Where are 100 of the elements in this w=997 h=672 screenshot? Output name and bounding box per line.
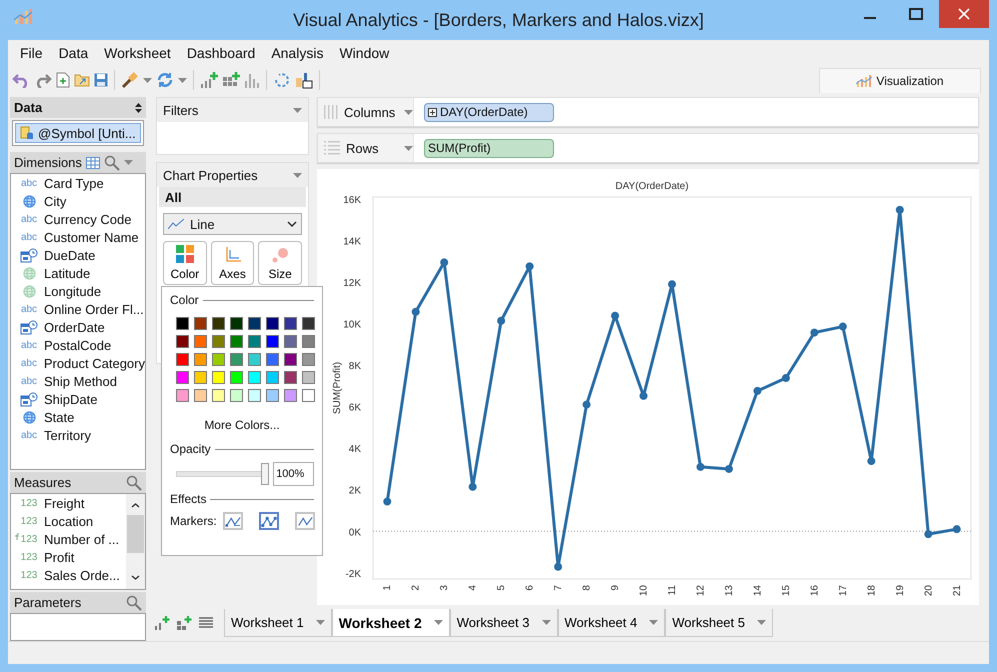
- field-name[interactable]: Product Category: [44, 356, 145, 370]
- data-point[interactable]: [724, 464, 733, 473]
- color-swatch[interactable]: [176, 353, 189, 366]
- save-icon[interactable]: [94, 73, 108, 87]
- color-swatch[interactable]: [266, 335, 279, 348]
- field-name[interactable]: Sales Orde...: [44, 568, 120, 582]
- data-source-item[interactable]: @Symbol [Unti...: [15, 123, 141, 143]
- color-swatch[interactable]: [194, 335, 207, 348]
- add-chart-icon[interactable]: [200, 71, 218, 89]
- sheet-tab[interactable]: Worksheet 1: [224, 609, 332, 637]
- data-point[interactable]: [952, 525, 961, 534]
- color-swatch[interactable]: [212, 353, 225, 366]
- folder-icon[interactable]: [74, 73, 90, 87]
- color-swatch[interactable]: [194, 317, 207, 330]
- data-point[interactable]: [611, 312, 620, 320]
- color-swatch[interactable]: [302, 389, 315, 402]
- color-swatch[interactable]: [230, 389, 243, 402]
- search-icon[interactable]: [126, 594, 142, 610]
- new-file-icon[interactable]: [56, 72, 70, 88]
- field-name[interactable]: Location: [44, 514, 94, 528]
- data-point[interactable]: [383, 498, 392, 506]
- marker-option-button[interactable]: [294, 512, 315, 530]
- color-swatch[interactable]: [248, 389, 261, 402]
- data-point[interactable]: [782, 374, 790, 382]
- field-name[interactable]: Currency Code: [44, 212, 132, 226]
- data-point[interactable]: [497, 316, 506, 325]
- menu-item[interactable]: Data: [50, 45, 96, 61]
- property-button[interactable]: Size: [258, 241, 302, 285]
- data-point[interactable]: [412, 308, 420, 316]
- field-name[interactable]: Number of ...: [44, 532, 120, 546]
- field-name[interactable]: Ship Method: [44, 374, 117, 388]
- refresh-icon[interactable]: [156, 71, 174, 89]
- color-swatch[interactable]: [194, 371, 207, 384]
- redo-icon[interactable]: [34, 72, 52, 88]
- data-point[interactable]: [924, 530, 932, 538]
- color-swatch[interactable]: [248, 335, 261, 348]
- color-swatch[interactable]: [284, 353, 297, 366]
- color-swatch[interactable]: [248, 353, 261, 366]
- add-chart-icon[interactable]: [154, 615, 170, 631]
- color-swatch[interactable]: [176, 371, 189, 384]
- color-swatch[interactable]: [266, 353, 279, 366]
- color-swatch[interactable]: [230, 371, 243, 384]
- color-swatch[interactable]: [302, 335, 315, 348]
- opacity-field[interactable]: 100%: [273, 462, 314, 486]
- close-button[interactable]: [939, 0, 989, 28]
- field-pill[interactable]: DAY(OrderDate): [424, 102, 554, 122]
- data-point[interactable]: [554, 562, 562, 571]
- field-pill[interactable]: SUM(Profit): [424, 138, 554, 158]
- color-swatch[interactable]: [212, 389, 225, 402]
- field-name[interactable]: City: [44, 194, 66, 208]
- undo-icon[interactable]: [12, 72, 30, 88]
- field-name[interactable]: Online Order Fl...: [44, 302, 144, 316]
- bar-chart-icon[interactable]: [244, 71, 260, 89]
- sheet-tab[interactable]: Worksheet 4: [558, 609, 666, 637]
- color-swatch[interactable]: [212, 335, 225, 348]
- data-point[interactable]: [838, 322, 847, 331]
- mark-type-dropdown[interactable]: Line: [163, 213, 302, 235]
- data-point[interactable]: [753, 386, 762, 395]
- sort-icon[interactable]: [135, 102, 142, 112]
- color-swatch[interactable]: [230, 335, 243, 348]
- data-point[interactable]: [582, 400, 591, 409]
- color-swatch[interactable]: [302, 371, 315, 384]
- field-name[interactable]: Customer Name: [44, 230, 139, 244]
- color-swatch[interactable]: [176, 335, 189, 348]
- color-swatch[interactable]: [284, 389, 297, 402]
- data-point[interactable]: [640, 392, 648, 400]
- color-swatch[interactable]: [284, 317, 297, 330]
- field-name[interactable]: Territory: [44, 428, 91, 442]
- field-name[interactable]: PostalCode: [44, 338, 112, 352]
- field-name[interactable]: Card Type: [44, 176, 104, 190]
- visualization-tab[interactable]: Visualization: [819, 68, 981, 93]
- color-swatch[interactable]: [302, 353, 315, 366]
- field-name[interactable]: OrderDate: [44, 320, 105, 334]
- field-name[interactable]: DueDate: [44, 248, 96, 262]
- color-swatch[interactable]: [284, 371, 297, 384]
- field-name[interactable]: State: [44, 410, 74, 424]
- data-point[interactable]: [696, 462, 704, 471]
- data-point[interactable]: [468, 482, 477, 491]
- color-swatch[interactable]: [284, 335, 297, 348]
- color-swatch[interactable]: [248, 371, 261, 384]
- property-button[interactable]: Axes: [210, 241, 254, 285]
- slider-thumb[interactable]: [261, 463, 270, 485]
- menu-item[interactable]: Window: [331, 45, 398, 61]
- data-point[interactable]: [810, 328, 818, 337]
- field-name[interactable]: ShipDate: [44, 392, 98, 406]
- marker-option-button[interactable]: [258, 512, 279, 530]
- color-swatch[interactable]: [212, 371, 225, 384]
- field-name[interactable]: Longitude: [44, 284, 102, 298]
- menu-item[interactable]: Analysis: [263, 45, 332, 61]
- data-point[interactable]: [668, 280, 676, 288]
- color-swatch[interactable]: [194, 353, 207, 366]
- menu-item[interactable]: File: [12, 45, 51, 61]
- search-icon[interactable]: [104, 154, 120, 170]
- menu-item[interactable]: Worksheet: [96, 45, 179, 61]
- color-swatch[interactable]: [248, 317, 261, 330]
- color-swatch[interactable]: [212, 317, 225, 330]
- color-swatch[interactable]: [230, 317, 243, 330]
- layout-icon[interactable]: [295, 71, 313, 89]
- more-colors-link[interactable]: More Colors...: [204, 418, 280, 432]
- field-name[interactable]: Profit: [44, 550, 74, 564]
